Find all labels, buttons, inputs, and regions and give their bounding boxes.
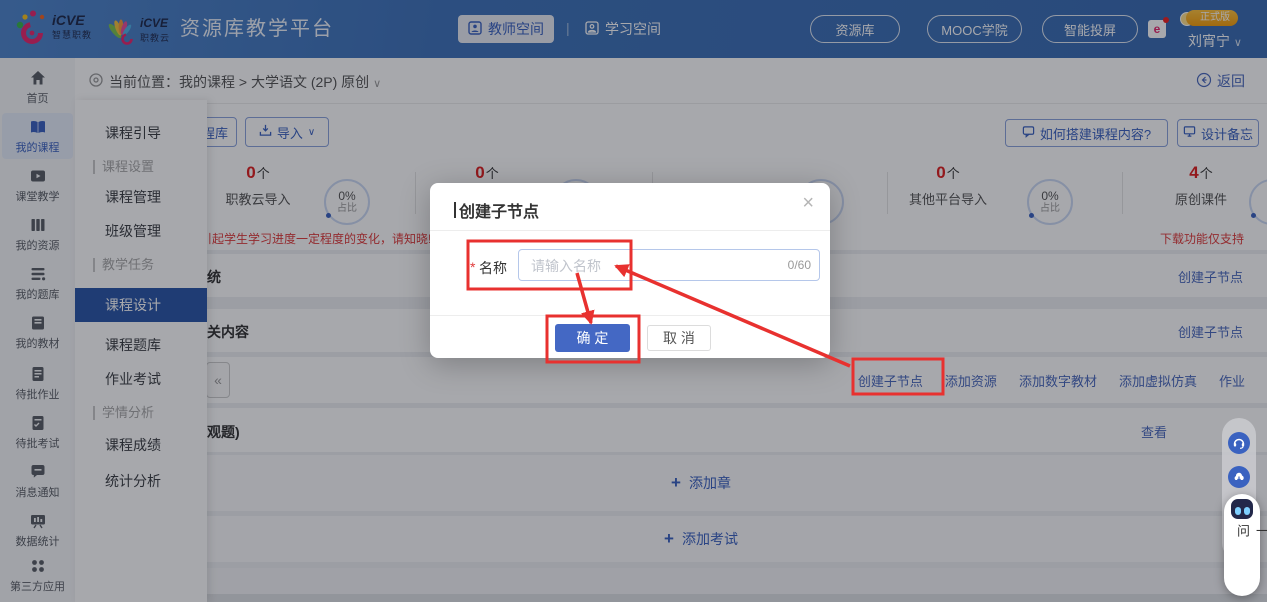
dialog-title-bar [454, 202, 456, 218]
customer-service-icon[interactable] [1228, 432, 1250, 454]
name-input[interactable] [529, 251, 763, 281]
robot-eye [1235, 507, 1241, 515]
cloud-download-icon[interactable] [1228, 466, 1250, 488]
confirm-button[interactable]: 确 定 [555, 324, 630, 352]
dialog-title: 创建子节点 [459, 198, 539, 222]
dialog-divider [430, 315, 830, 316]
cancel-button[interactable]: 取 消 [647, 325, 711, 351]
assistant-label[interactable]: 职教一问 [1233, 524, 1267, 542]
robot-avatar-icon[interactable] [1229, 497, 1255, 521]
name-field-label: 名称 [479, 258, 507, 278]
required-mark: * [470, 259, 475, 275]
char-counter: 0/60 [788, 258, 811, 272]
robot-eye [1244, 507, 1250, 515]
close-icon[interactable]: × [802, 193, 814, 213]
dialog-divider [430, 230, 830, 231]
dialog-title-row: 创建子节点 [454, 198, 539, 222]
name-input-wrap: 0/60 [518, 249, 820, 281]
app-root: iCVE 智慧职教 iCVE 职教云 资源库教学平台 教师空间 | [0, 0, 1267, 602]
create-child-node-dialog: 创建子节点 × * 名称 0/60 确 定 取 消 [430, 183, 830, 358]
